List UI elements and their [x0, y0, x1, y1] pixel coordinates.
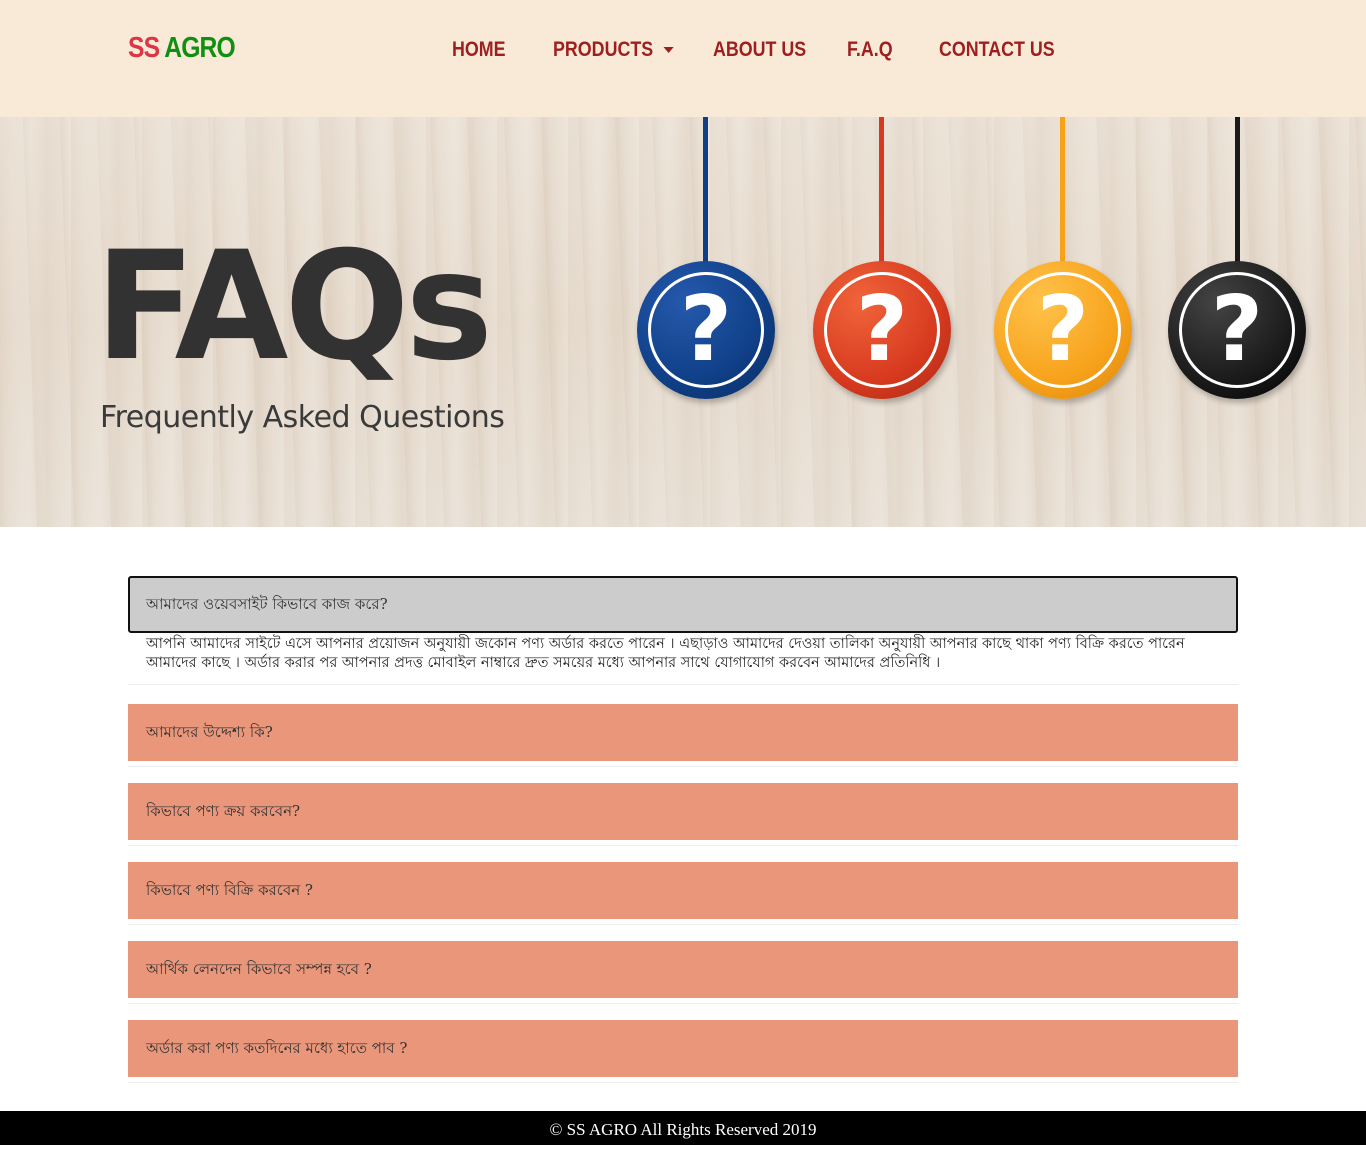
faq-question-button[interactable]: আমাদের উদ্দেশ্য কি? [128, 704, 1238, 761]
faq-question-button[interactable]: আমাদের ওয়েবসাইট কিভাবে কাজ করে? [128, 576, 1238, 633]
faq-question-text: কিভাবে পণ্য ক্রয় করবেন? [146, 802, 301, 820]
caret-down-icon [663, 47, 674, 54]
question-mark-icon: ? [1168, 261, 1306, 399]
question-mark-icon: ? [637, 261, 775, 399]
question-mark-icon: ? [813, 261, 951, 399]
faq-question-text: অর্ডার করা পণ্য কতদিনের মধ্যে হাতে পাব ? [146, 1039, 408, 1057]
nav-products-label: PRODUCTS [553, 38, 654, 61]
faq-question-text: আর্থিক লেনদেন কিভাবে সম্পন্ন হবে ? [146, 960, 372, 978]
nav-products[interactable]: PRODUCTS [553, 37, 674, 63]
question-mark-glyph: ? [1210, 277, 1264, 382]
hanging-string [703, 117, 708, 267]
hanging-string [1235, 117, 1240, 267]
nav-home[interactable]: HOME [452, 37, 506, 63]
faq-question-text: কিভাবে পণ্য বিক্রি করবেন ? [146, 881, 313, 899]
faq-banner: FAQs Frequently Asked Questions ? ? ? ? [0, 117, 1366, 527]
nav-faq[interactable]: F.A.Q [847, 37, 893, 63]
nav-contact[interactable]: CONTACT US [939, 37, 1055, 63]
brand-part-ss: SS [128, 32, 160, 64]
faq-question-button[interactable]: কিভাবে পণ্য বিক্রি করবেন ? [128, 862, 1238, 919]
divider [128, 1082, 1238, 1083]
question-mark-icon: ? [994, 261, 1132, 399]
nav-about[interactable]: ABOUT US [713, 37, 806, 63]
hanging-string [1060, 117, 1065, 267]
faq-question-button[interactable]: আর্থিক লেনদেন কিভাবে সম্পন্ন হবে ? [128, 941, 1238, 998]
divider [128, 924, 1238, 925]
banner-title: FAQs [95, 220, 493, 394]
faq-question-text: আমাদের উদ্দেশ্য কি? [146, 723, 273, 741]
question-mark-glyph: ? [679, 277, 733, 382]
faq-question-text: আমাদের ওয়েবসাইট কিভাবে কাজ করে? [146, 595, 388, 613]
footer: © SS AGRO All Rights Reserved 2019 [0, 1111, 1366, 1145]
brand-logo[interactable]: SS AGRO [128, 31, 236, 65]
copyright-text: © SS AGRO All Rights Reserved 2019 [549, 1120, 817, 1139]
brand-part-agro: AGRO [164, 32, 235, 64]
question-mark-glyph: ? [1036, 277, 1090, 382]
divider [128, 845, 1238, 846]
divider [128, 684, 1238, 685]
banner-subtitle: Frequently Asked Questions [100, 400, 505, 435]
divider [128, 766, 1238, 767]
question-mark-glyph: ? [855, 277, 909, 382]
navbar: SS AGRO HOME PRODUCTS ABOUT US F.A.Q CON… [0, 0, 1366, 117]
faq-answer: আপনি আমাদের সাইটে এসে আপনার প্রয়োজন অনু… [146, 636, 1185, 671]
divider [128, 1003, 1238, 1004]
hanging-string [879, 117, 884, 267]
faq-question-button[interactable]: অর্ডার করা পণ্য কতদিনের মধ্যে হাতে পাব ? [128, 1020, 1238, 1077]
faq-question-button[interactable]: কিভাবে পণ্য ক্রয় করবেন? [128, 783, 1238, 840]
